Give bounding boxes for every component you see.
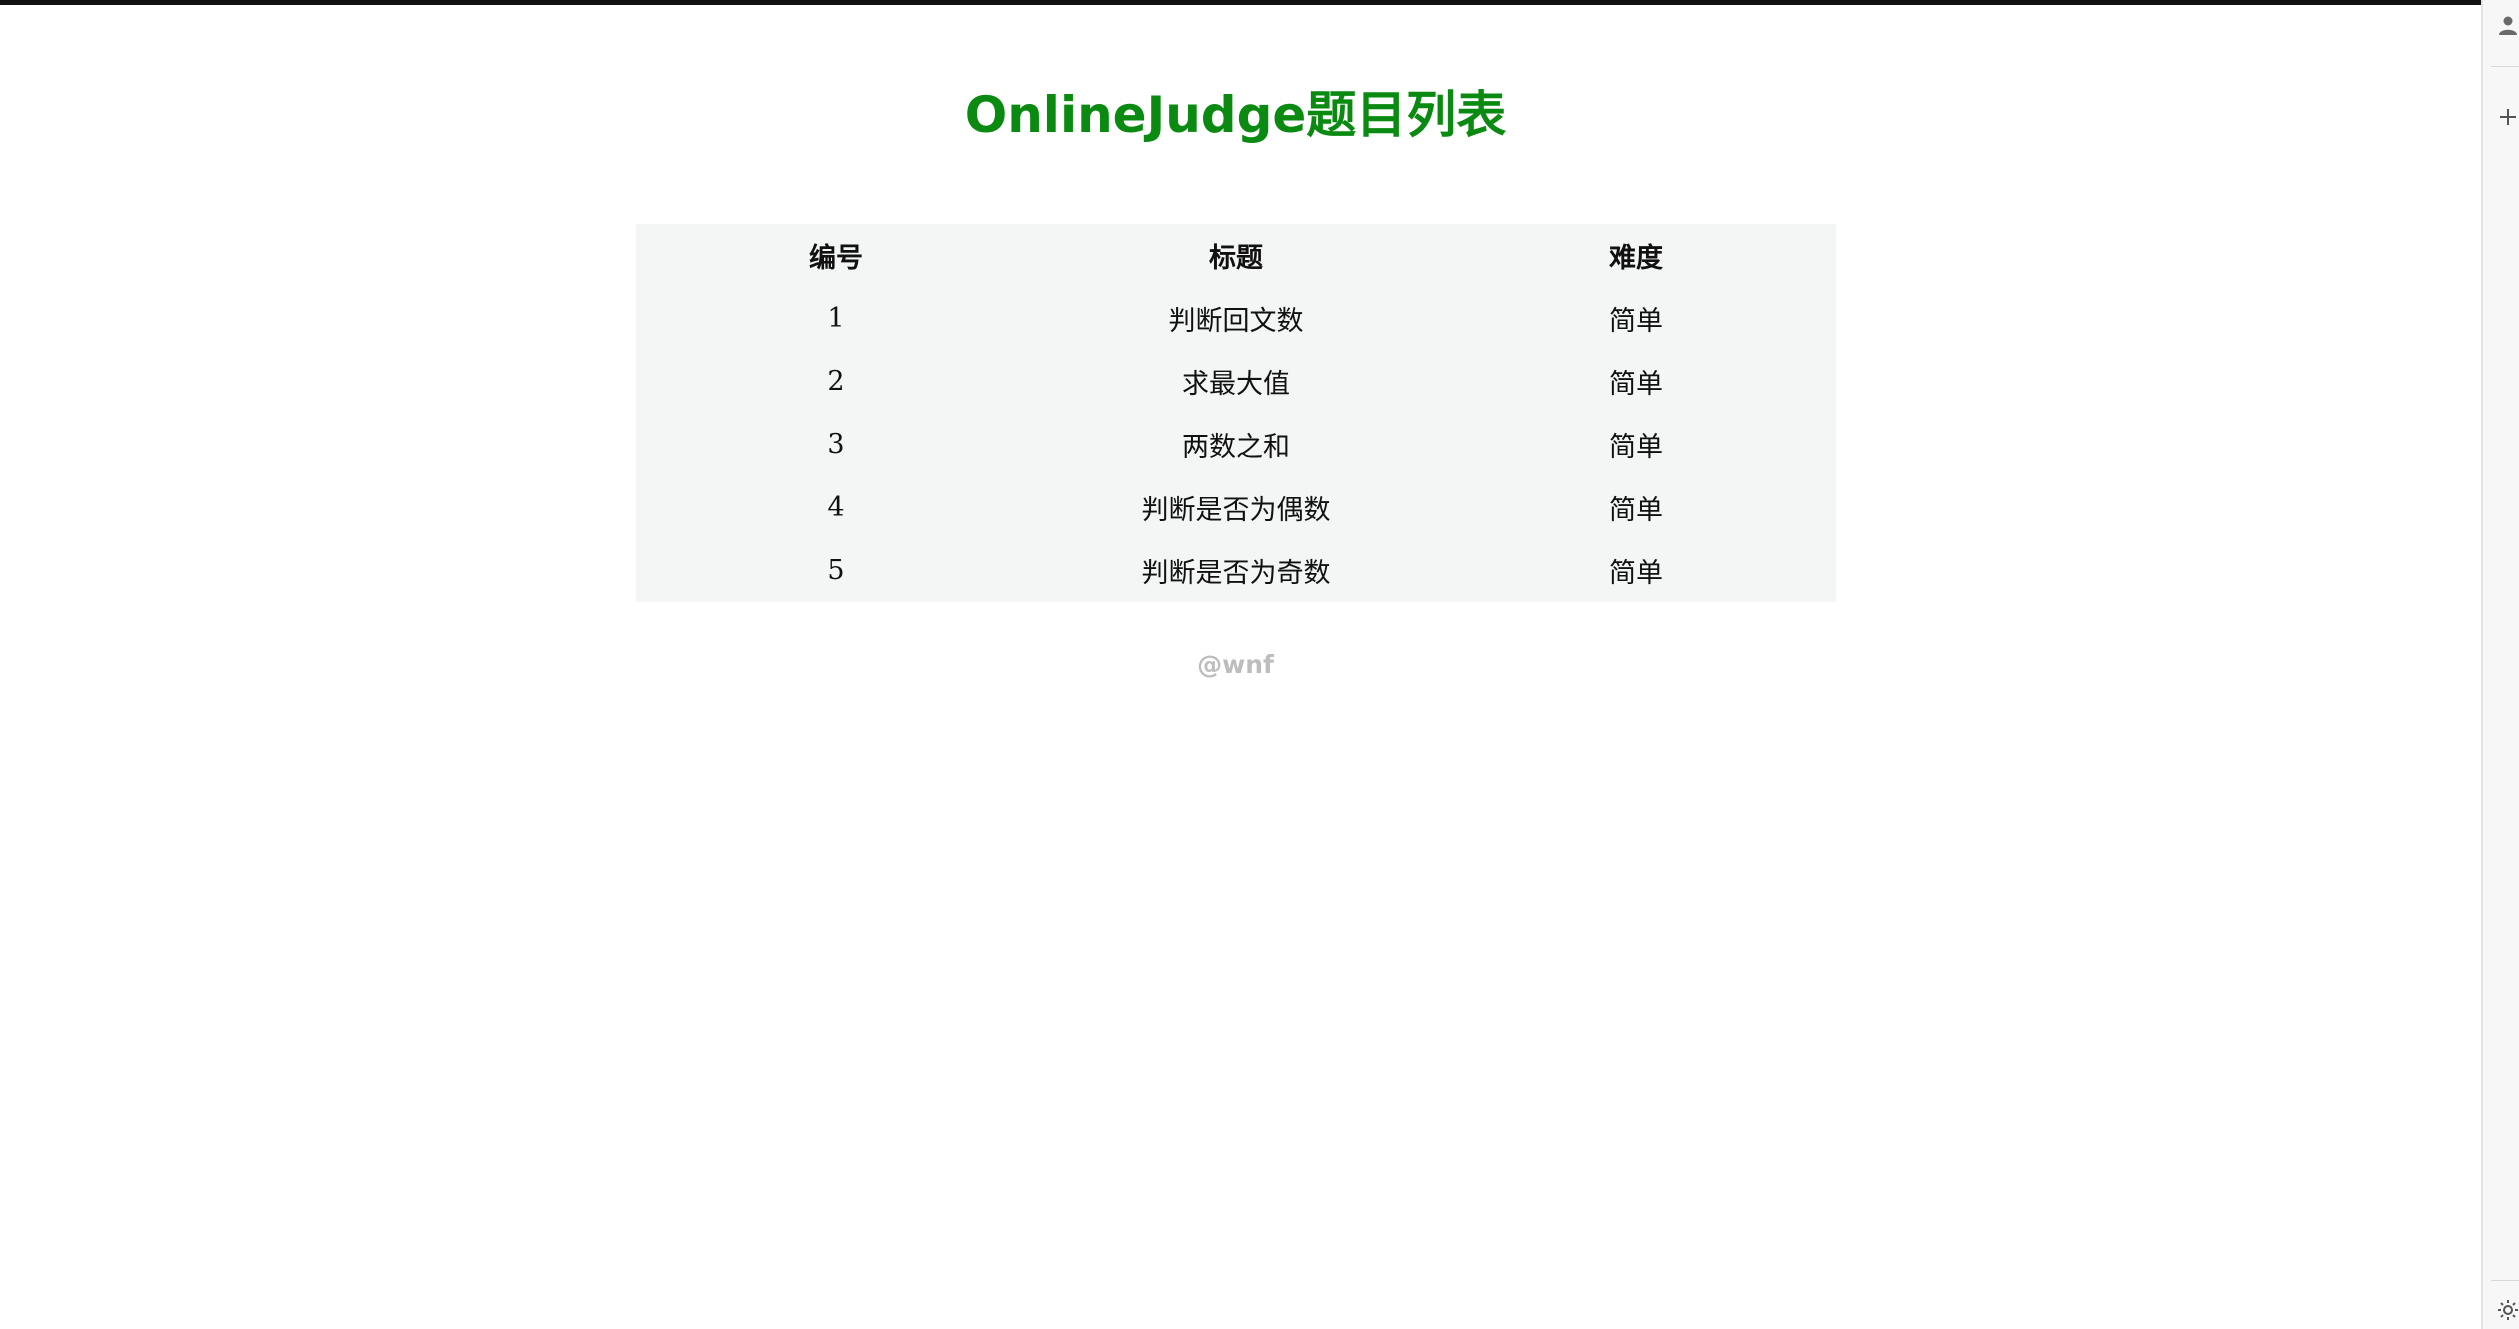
problem-table: 编号 标题 难度 1 判断回文数 简单 2 求最大值 简单 3 两数之和 简单 (636, 224, 1836, 602)
problem-link[interactable]: 求最大值 (1182, 369, 1290, 400)
problem-difficulty: 简单 (1609, 369, 1663, 400)
settings-icon[interactable] (2495, 1297, 2519, 1323)
profile-icon[interactable] (2495, 12, 2519, 38)
footer-author: @wnf (1197, 650, 1274, 679)
page-content: OnlineJudge题目列表 编号 标题 难度 1 判断回文数 简单 2 求最… (0, 0, 2481, 1329)
problem-id: 3 (827, 429, 845, 460)
problem-id: 4 (827, 492, 845, 523)
table-row: 5 判断是否为奇数 简单 (636, 539, 1836, 602)
header-title: 标题 (1209, 243, 1263, 274)
problem-title-link[interactable]: 判断回文数 (1036, 287, 1436, 350)
rail-divider (2491, 1280, 2519, 1281)
problem-difficulty: 简单 (1609, 432, 1663, 463)
problem-difficulty: 简单 (1609, 306, 1663, 337)
problem-difficulty: 简单 (1609, 558, 1663, 589)
problem-id: 5 (827, 555, 845, 586)
problem-link[interactable]: 判断是否为偶数 (1142, 495, 1331, 526)
header-difficulty: 难度 (1609, 243, 1663, 274)
table-row: 3 两数之和 简单 (636, 413, 1836, 476)
problem-difficulty: 简单 (1609, 495, 1663, 526)
problem-id: 1 (827, 303, 845, 334)
problem-link[interactable]: 判断回文数 (1169, 306, 1304, 337)
problem-link[interactable]: 判断是否为奇数 (1142, 558, 1331, 589)
header-id: 编号 (809, 243, 863, 274)
problem-title-link[interactable]: 求最大值 (1036, 350, 1436, 413)
problem-link[interactable]: 两数之和 (1182, 432, 1290, 463)
page-title: OnlineJudge题目列表 (964, 86, 1507, 144)
table-row: 2 求最大值 简单 (636, 350, 1836, 413)
problem-title-link[interactable]: 判断是否为偶数 (1036, 476, 1436, 539)
rail-divider (2491, 66, 2519, 67)
plus-icon[interactable] (2495, 104, 2519, 130)
table-row: 1 判断回文数 简单 (636, 287, 1836, 350)
problem-title-link[interactable]: 两数之和 (1036, 413, 1436, 476)
problem-id: 2 (827, 366, 845, 397)
table-row: 4 判断是否为偶数 简单 (636, 476, 1836, 539)
problem-title-link[interactable]: 判断是否为奇数 (1036, 539, 1436, 602)
browser-side-panel (2481, 0, 2519, 1329)
table-header-row: 编号 标题 难度 (636, 224, 1836, 287)
